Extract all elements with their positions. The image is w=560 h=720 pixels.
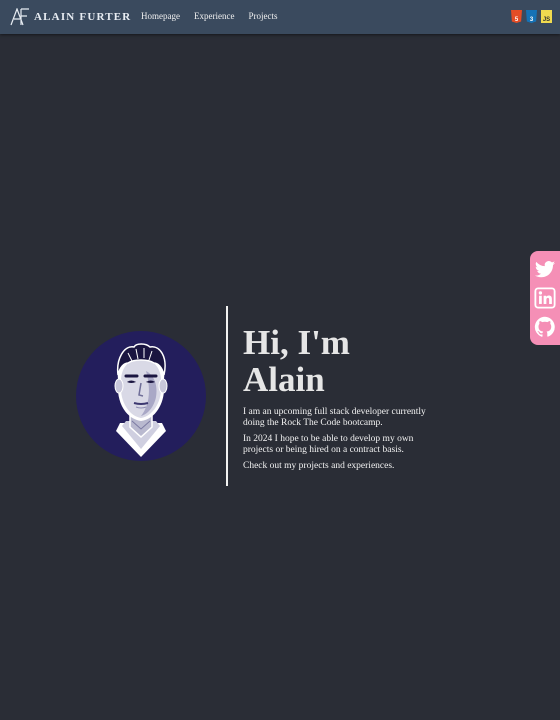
vertical-divider [226,306,228,486]
github-link[interactable] [534,316,556,338]
avatar [76,331,206,461]
twitter-link[interactable] [534,258,556,280]
github-icon [534,317,555,338]
linkedin-icon [534,287,556,309]
social-links [530,251,560,345]
tech-badges: 5 3 JS [511,10,552,23]
portrait-illustration [114,343,168,457]
nav-experience[interactable]: Experience [194,11,234,21]
main-nav: Homepage Experience Projects [141,11,277,21]
javascript-icon: JS [541,10,552,23]
intro-paragraph: Check out my projects and experiences. [243,461,395,471]
brand-name: ALAIN FURTER [34,11,132,23]
af-monogram-icon [10,8,29,26]
brand-logo[interactable]: ALAIN FURTER [10,8,131,26]
hero-intro: Hi, I'm Alain I am an upcoming full stac… [243,324,443,472]
twitter-icon [534,260,556,277]
html5-icon: 5 [511,10,522,23]
site-header: ALAIN FURTER Homepage Experience Project… [0,0,560,34]
intro-paragraph: I am an upcoming full stack developer cu… [243,407,426,428]
hero-heading: Hi, I'm Alain [243,323,350,399]
css3-icon: 3 [526,10,537,23]
nav-homepage[interactable]: Homepage [141,11,180,21]
intro-paragraph: In 2024 I hope to be able to develop my … [243,434,414,455]
linkedin-link[interactable] [534,287,556,309]
nav-projects[interactable]: Projects [248,11,277,21]
